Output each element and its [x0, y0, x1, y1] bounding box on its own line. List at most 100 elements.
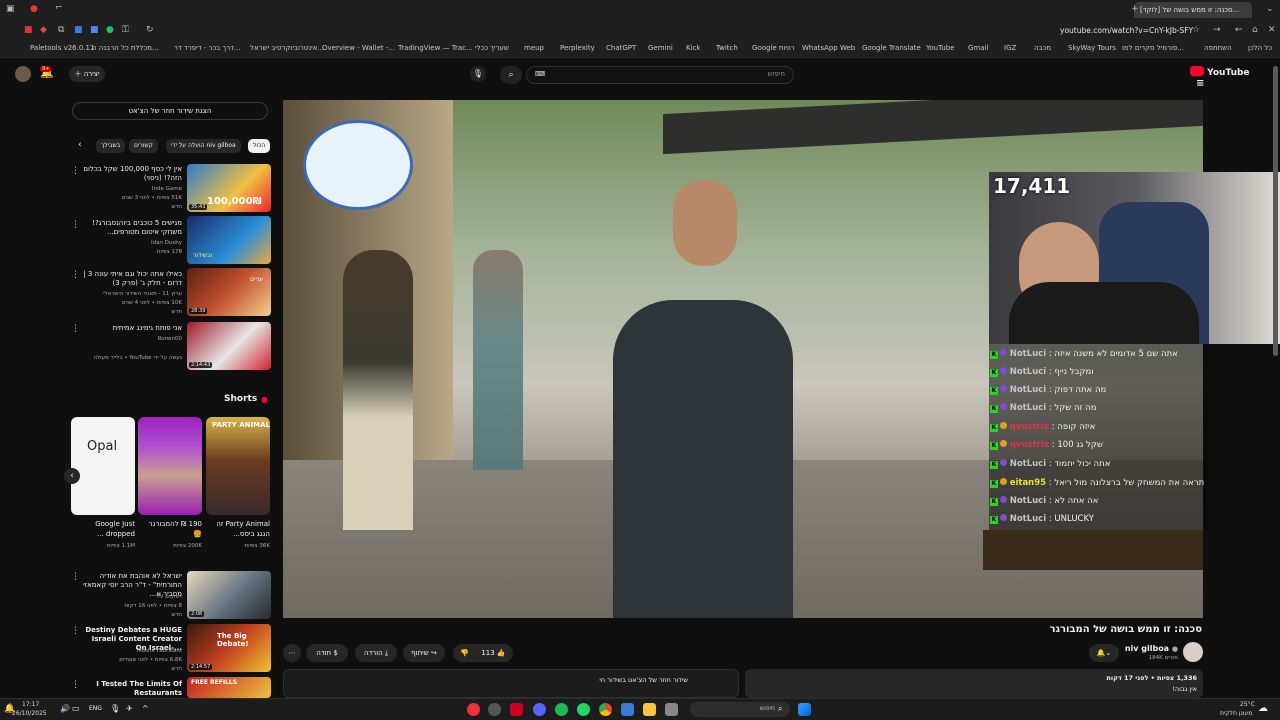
rec-title[interactable]: I Tested The Limits Of Restaurants — [82, 680, 182, 698]
rec-more-icon[interactable]: ⋮ — [71, 324, 80, 334]
tray-chevron-icon[interactable]: ^ — [142, 704, 149, 713]
rec-thumbnail[interactable]: עניים 28:39 — [187, 268, 271, 316]
tray-app-icon[interactable]: ✈ — [126, 704, 133, 713]
home-icon[interactable]: ⌂ — [1252, 26, 1258, 35]
volume-icon[interactable]: 🔊 — [60, 704, 70, 713]
tab-list-icon[interactable]: ⌐ — [55, 4, 63, 13]
bookmark-igz[interactable]: IGZ — [1004, 44, 1016, 52]
rec-thumbnail[interactable]: 2:08 — [187, 571, 271, 619]
clock-date[interactable]: 26/10/2025 — [12, 710, 47, 717]
rec-channel[interactable]: Moshe Fabrikant — [82, 648, 182, 655]
share-button[interactable]: שיתוף ↪ — [403, 644, 445, 662]
rec-channel[interactable]: Idan Dushy — [82, 240, 182, 247]
short-thumbnail[interactable]: PARTY ANIMAL — [206, 417, 270, 515]
extension-blue2-icon[interactable]: ■ — [90, 26, 99, 35]
clock-time[interactable]: 17:17 — [22, 701, 39, 708]
notification-icon[interactable]: 🔔 — [4, 704, 15, 714]
rec-channel[interactable]: ערוץ 11 - תאגיד השידור הישראלי — [82, 291, 182, 298]
chips-prev-chevron-icon[interactable]: ‹ — [78, 140, 82, 150]
chip-related[interactable]: קשורים — [129, 139, 158, 153]
bookmark-college[interactable]: מכללת כל הרבנה ה... — [92, 44, 159, 52]
network-icon[interactable]: ▭ — [72, 704, 80, 713]
short-title[interactable]: Party Animal זה הגגג ביסס... — [206, 519, 270, 539]
like-count[interactable]: 113 — [481, 649, 494, 657]
rec-more-icon[interactable]: ⋮ — [71, 220, 80, 230]
rec-more-icon[interactable]: ⋮ — [71, 572, 80, 582]
short-title[interactable]: 190 ₪ להמבורגר 🍔 — [138, 519, 202, 539]
bookmark-gemini[interactable]: Gemini — [648, 44, 673, 52]
more-actions-icon[interactable]: ⋯ — [283, 644, 301, 662]
spotify-icon[interactable] — [555, 703, 568, 716]
rec-title[interactable]: כאילו אתה יכול וגם איתי עונה 3 | דרום - … — [82, 270, 182, 288]
bookmark-interactive[interactable]: אינטרוביוקרטיב ישראל... — [250, 44, 324, 52]
forward-icon[interactable]: ← — [1235, 26, 1243, 35]
rec-channel[interactable]: דפוקים TV — [82, 594, 182, 601]
weather-temp[interactable]: 25°C — [1240, 701, 1255, 708]
description-box[interactable]: 1,336 צפיות • לפני 17 דקות אין גבוה! — [745, 669, 1203, 698]
search-input[interactable]: ⌨ חיפוש — [526, 66, 794, 84]
bookmark-surveys[interactable]: פורמיל סקרים למו... — [1122, 44, 1184, 52]
new-tab-icon[interactable]: + — [1131, 5, 1139, 14]
bookmark-kick[interactable]: Kick — [686, 44, 700, 52]
address-bar-url[interactable]: youtube.com/watch?v=CnY-kJb-SFY — [1060, 26, 1193, 35]
shorts-prev-chevron-icon[interactable]: ‹ — [64, 468, 80, 484]
bookmark-wallet[interactable]: Overview - Wallet -... — [322, 44, 395, 52]
hamburger-menu-icon[interactable]: ≡ — [1196, 78, 1204, 89]
bookmark-youtube[interactable]: YouTube — [926, 44, 954, 52]
input-language[interactable]: ENG — [89, 705, 102, 712]
extension-blue-icon[interactable]: ■ — [74, 26, 83, 35]
like-dislike-group[interactable]: 👎 113 👍 — [453, 644, 513, 662]
rec-more-icon[interactable]: ⋮ — [71, 680, 80, 690]
chip-all[interactable]: הכול — [248, 139, 271, 153]
bookmark-sharecha[interactable]: שעריך ככלי — [475, 44, 509, 52]
mic-tray-icon[interactable]: 🎙 — [110, 704, 120, 713]
channel-watermark-logo[interactable] — [303, 120, 413, 210]
bookmark-derech[interactable]: דרך בכר - דיפרד דר... — [174, 44, 241, 52]
back-icon[interactable]: → — [1213, 26, 1221, 35]
chrome-icon[interactable] — [599, 703, 612, 716]
rec-channel[interactable]: Inde Game — [82, 186, 182, 193]
bookmark-star-icon[interactable]: ☆ — [1192, 26, 1200, 35]
rec-thumbnail[interactable]: FREE REFILLS — [187, 677, 271, 698]
password-icon[interactable]: ⚿ — [122, 26, 129, 35]
short-thumbnail[interactable] — [138, 417, 202, 515]
bookmark-paletools[interactable]: Paletools v26.0.11 — [30, 44, 94, 52]
bookmark-meup[interactable]: meup — [524, 44, 544, 52]
rec-title[interactable]: אני פותח גימינג אמיתית — [82, 324, 182, 333]
bookmark-whatsapp[interactable]: WhatsApp Web — [802, 44, 855, 52]
bookmark-tradingview[interactable]: TradingView — Trac... — [398, 44, 473, 52]
rec-thumbnail[interactable]: The Big Debate! 2:14:57 — [187, 624, 271, 672]
show-chat-replay-button[interactable]: הצגת שידור חוזר של הצ'אט — [72, 102, 268, 120]
rec-thumbnail[interactable]: ובשידור — [187, 216, 271, 264]
rec-channel[interactable]: Ronen00 — [82, 336, 182, 343]
taskbar-search[interactable]: חיפוש ⌕ — [690, 702, 790, 717]
tab-active-video[interactable]: [לוקד] סכנה: זו ממש בושה של... — [1134, 2, 1252, 18]
like-icon[interactable]: 👍 — [497, 649, 506, 657]
taskbar-app-icon[interactable] — [488, 703, 501, 716]
discord-icon[interactable] — [533, 703, 546, 716]
avatar[interactable] — [15, 66, 31, 82]
thanks-button[interactable]: תודה $ — [306, 644, 348, 662]
keyboard-icon[interactable]: ⌨ — [535, 70, 545, 78]
extension-red-icon[interactable]: ◆ — [40, 26, 47, 35]
rec-more-icon[interactable]: ⋮ — [71, 270, 80, 280]
rec-more-icon[interactable]: ⋮ — [71, 626, 80, 636]
bookmark-skyway[interactable]: SkyWay Tours — [1068, 44, 1116, 52]
rec-thumbnail[interactable]: 100,000₪ 35:43 — [187, 164, 271, 212]
close-window-icon[interactable]: ✕ — [1268, 26, 1276, 35]
bookmark-perplexity[interactable]: Perplexity — [560, 44, 595, 52]
yt-favicon-icon[interactable]: ● — [30, 5, 38, 14]
subscribed-button[interactable]: 🔔⌄ — [1089, 644, 1119, 662]
bookmark-twitch[interactable]: Twitch — [716, 44, 738, 52]
extension-icon[interactable]: ■ — [24, 26, 33, 35]
weather-cloud-icon[interactable]: ☁ — [1258, 703, 1268, 714]
youtube-logo[interactable]: YouTube ≡ — [1190, 66, 1250, 89]
voice-search-mic-icon[interactable]: 🎙 — [470, 66, 486, 82]
rec-thumbnail[interactable]: 2:14:43 — [187, 322, 271, 370]
channel-name[interactable]: niv gilboa — [1125, 644, 1169, 653]
short-thumbnail[interactable]: Opal — [71, 417, 135, 515]
window-menu-icon[interactable]: ▣ — [6, 5, 15, 14]
chat-replay-box[interactable]: שידור חוזר של הצ'אט בשידור חי — [283, 669, 739, 698]
page-scrollbar[interactable] — [1273, 66, 1278, 356]
short-title[interactable]: Google Just dropped ... — [71, 519, 135, 539]
